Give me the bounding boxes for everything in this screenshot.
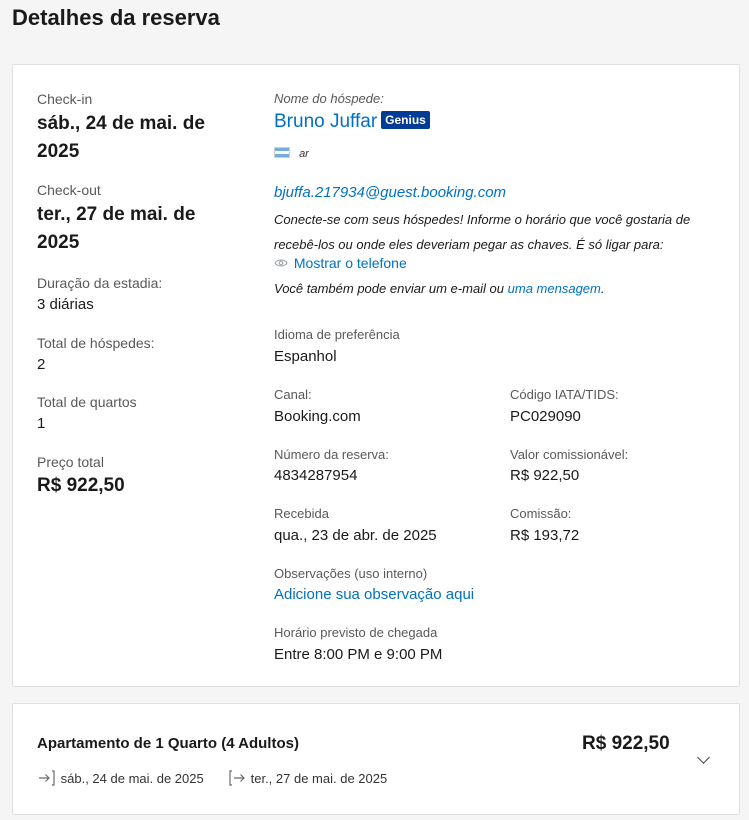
checkout-value: ter., 27 de mai. de 2025 [37,204,196,253]
received-label: Recebida [274,506,329,521]
commission-value: R$ 193,72 [510,527,580,544]
connect-guest-text: Conecte-se com seus hóspedes! Informe o … [274,212,691,252]
room-dates: sáb., 24 de mai. de 2025 ter., 27 de mai… [37,769,387,787]
checkout-arrow-icon [227,770,251,786]
guest-email-link[interactable]: bjuffa.217934@guest.booking.com [274,184,506,201]
room-price: R$ 922,50 [582,733,670,754]
show-phone-label: Mostrar o telefone [293,255,407,271]
arrival-time-value: Entre 8:00 PM e 9:00 PM [274,646,443,663]
page-title: Detalhes da reserva [12,5,220,30]
commissionable-value: R$ 922,50 [510,467,580,484]
checkout-label: Check-out [37,182,101,198]
message-link[interactable]: uma mensagem [508,281,601,296]
room-card[interactable]: Apartamento de 1 Quarto (4 Adultos) R$ 9… [12,703,740,815]
total-price-value: R$ 922,50 [37,475,125,496]
room-checkin-date: sáb., 24 de mai. de 2025 [60,771,204,786]
checkin-label: Check-in [37,91,93,107]
rooms-value: 1 [37,415,46,432]
checkin-value: sáb., 24 de mai. de 2025 [37,113,205,162]
arrival-time-label: Horário previsto de chegada [274,625,438,640]
language-label: Idioma de preferência [274,327,400,342]
show-phone-button[interactable]: Mostrar o telefone [274,255,407,271]
commission-label: Comissão: [510,506,572,521]
guest-name-link[interactable]: Bruno Juffar [274,111,377,132]
email-or-message-text: Você também pode enviar um e-mail ou uma… [274,281,605,296]
channel-label: Canal: [274,387,312,402]
iata-label: Código IATA/TIDS: [510,387,619,402]
guest-country: ar [274,147,309,160]
room-title: Apartamento de 1 Quarto (4 Adultos) [37,735,299,752]
total-price-label: Preço total [37,454,104,470]
received-value: qua., 23 de abr. de 2025 [274,527,437,544]
genius-badge: Genius [381,111,430,129]
guests-label: Total de hóspedes: [37,335,155,351]
language-value: Espanhol [274,348,337,365]
duration-label: Duração da estadia: [37,275,163,291]
iata-value: PC029090 [510,408,581,425]
notes-label: Observações (uso interno) [274,566,428,581]
eye-icon [274,259,288,267]
email-text-suffix: . [600,281,605,296]
commissionable-label: Valor comissionável: [510,447,629,462]
room-checkout-date: ter., 27 de mai. de 2025 [250,771,388,786]
guest-name-label: Nome do hóspede: [274,91,384,106]
guest-name-row: Bruno Juffar Genius [274,111,430,133]
channel-value: Booking.com [274,408,361,425]
country-code: ar [299,148,309,160]
add-note-link[interactable]: Adicione sua observação aqui [274,586,474,603]
guests-value: 2 [37,356,46,373]
duration-value: 3 diárias [37,296,94,313]
rooms-label: Total de quartos [37,394,137,410]
chevron-down-icon[interactable] [697,751,710,764]
reservation-details-card: Check-in sáb., 24 de mai. de 2025 Check-… [12,64,740,687]
argentina-flag-icon [274,147,290,158]
email-text-prefix: Você também pode enviar um e-mail ou [274,281,505,296]
checkin-arrow-icon [37,770,61,786]
reservation-number-value: 4834287954 [274,467,358,484]
reservation-number-label: Número da reserva: [274,447,389,462]
